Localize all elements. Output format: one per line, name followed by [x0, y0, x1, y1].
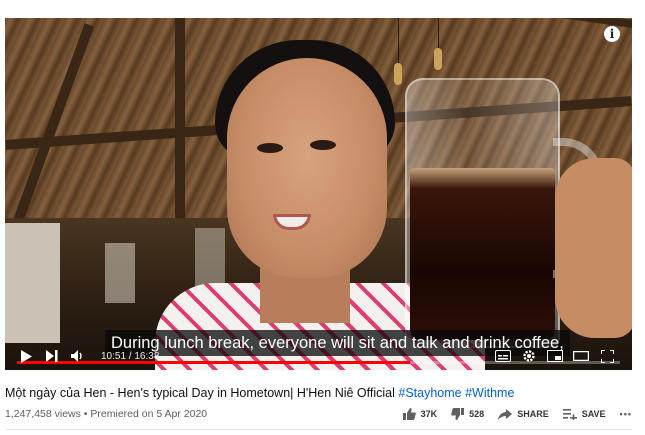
- gear-icon: [523, 350, 535, 362]
- miniplayer-button[interactable]: [544, 345, 566, 367]
- like-button[interactable]: 37K: [402, 408, 438, 420]
- more-icon: •••: [619, 409, 632, 419]
- time-display: 10:51 / 16:38: [101, 350, 160, 362]
- video-meta-row: 1,247,458 views • Premiered on 5 Apr 202…: [5, 406, 632, 422]
- video-title: Một ngày của Hen - Hen's typical Day in …: [5, 386, 635, 400]
- video-lamp-wire: [438, 18, 439, 48]
- video-title-text: Một ngày của Hen - Hen's typical Day in …: [5, 386, 395, 400]
- subtitles-icon: [495, 350, 511, 362]
- video-person-eye: [310, 140, 336, 150]
- playlist-add-icon: [562, 408, 577, 420]
- play-icon: [21, 349, 32, 363]
- miniplayer-icon: [547, 350, 563, 362]
- video-player[interactable]: i During lunch break, everyone will sit …: [5, 18, 632, 370]
- video-coffee: [410, 168, 555, 340]
- info-icon[interactable]: i: [604, 26, 620, 42]
- save-label: SAVE: [581, 409, 606, 419]
- video-actions: 37K 528 SHARE SAVE •••: [402, 408, 632, 420]
- video-beam: [175, 18, 185, 248]
- video-lamp: [434, 48, 442, 70]
- fullscreen-icon: [600, 349, 614, 363]
- dislike-count: 528: [469, 409, 485, 419]
- volume-button[interactable]: [67, 345, 89, 367]
- hashtag-link[interactable]: #Stayhome: [398, 386, 461, 400]
- video-window-light: [105, 243, 135, 303]
- video-lamp: [394, 63, 402, 85]
- play-button[interactable]: [15, 345, 37, 367]
- save-button[interactable]: SAVE: [562, 408, 606, 420]
- video-person-face: [227, 58, 387, 278]
- divider: [5, 429, 632, 430]
- next-icon: [46, 350, 58, 362]
- volume-icon: [71, 350, 82, 362]
- thumbs-up-icon: [402, 408, 416, 420]
- share-icon: [498, 408, 513, 420]
- share-label: SHARE: [517, 409, 549, 419]
- theater-mode-button[interactable]: [570, 345, 592, 367]
- dislike-button[interactable]: 528: [451, 408, 484, 420]
- thumbs-down-icon: [451, 408, 465, 420]
- page: i During lunch break, everyone will sit …: [0, 0, 645, 435]
- like-count: 37K: [420, 409, 438, 419]
- video-lamp-wire: [398, 18, 399, 63]
- next-button[interactable]: [41, 345, 63, 367]
- video-hand: [555, 158, 632, 338]
- hashtag-link[interactable]: #Withme: [465, 386, 514, 400]
- settings-button[interactable]: [518, 345, 540, 367]
- player-controls: 10:51 / 16:38: [5, 342, 632, 370]
- view-count: 1,247,458 views • Premiered on 5 Apr 202…: [5, 408, 208, 420]
- share-button[interactable]: SHARE: [498, 408, 549, 420]
- subtitles-button[interactable]: [492, 345, 514, 367]
- video-frame[interactable]: [5, 18, 632, 370]
- fullscreen-button[interactable]: [596, 345, 618, 367]
- theater-icon: [573, 351, 589, 361]
- video-person-eye: [257, 143, 283, 153]
- video-window-light: [5, 223, 60, 343]
- more-actions-button[interactable]: •••: [620, 409, 632, 419]
